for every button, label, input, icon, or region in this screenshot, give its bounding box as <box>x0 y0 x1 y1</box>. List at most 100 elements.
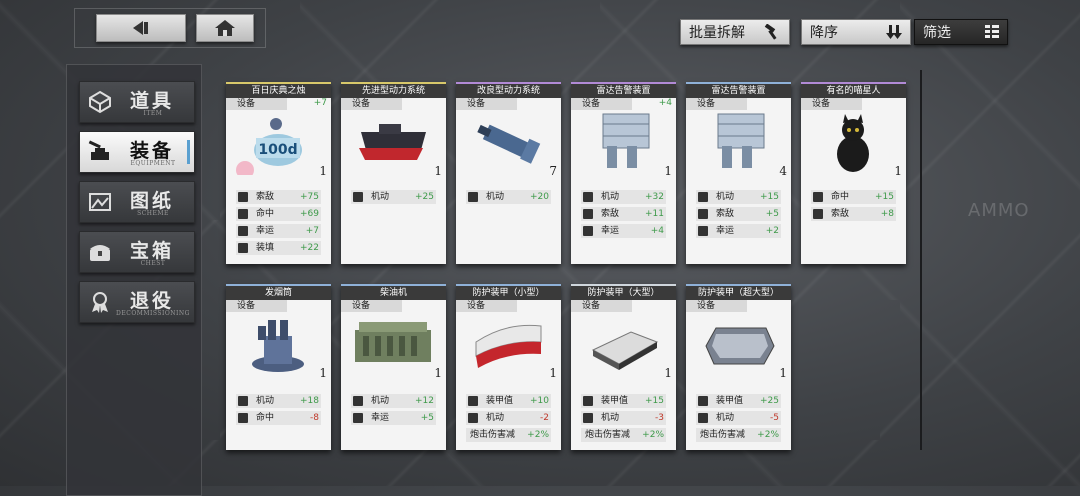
sidebar-item-scheme[interactable]: 图纸 SCHEME <box>79 181 195 223</box>
stat-name: 机动 <box>371 396 390 406</box>
stat-icon <box>353 192 363 202</box>
equipment-card[interactable]: 发烟筒 设备 1 机动 +18 命中 -8 <box>226 284 331 450</box>
stat-icon <box>238 243 248 253</box>
stat-icon <box>698 413 708 423</box>
card-category: 设备 <box>686 98 747 110</box>
card-count: 1 <box>779 366 787 380</box>
stat-row: 幸运 +4 <box>581 224 666 238</box>
stat-value: -3 <box>655 413 664 423</box>
equipment-card[interactable]: 改良型动力系统 设备 7 机动 +20 <box>456 82 561 264</box>
sidebar-item-decommissioning[interactable]: 退役 DECOMMISSIONING <box>79 281 195 323</box>
card-count: 4 <box>779 164 787 178</box>
sidebar-item-label: 装备 <box>130 140 175 162</box>
stat-icon <box>583 226 593 236</box>
stat-name: 炮击伤害减 <box>585 430 631 440</box>
stat-value: +15 <box>875 192 894 202</box>
sort-order-button[interactable]: 降序 <box>801 19 911 45</box>
stat-icon <box>353 413 363 423</box>
equipment-card[interactable]: 柴油机 设备 1 机动 +12 幸运 +5 <box>341 284 446 450</box>
home-button[interactable] <box>196 14 254 42</box>
stat-value: +2% <box>527 430 549 440</box>
equipment-image <box>571 110 676 175</box>
sidebar-item-chest[interactable]: 宝箱 CHEST <box>79 231 195 273</box>
stat-icon <box>468 413 478 423</box>
sidebar-item-label: 道具 <box>130 90 175 112</box>
stat-name: 装甲值 <box>716 396 744 406</box>
stat-value: +32 <box>645 192 664 202</box>
sidebar-item-equipment[interactable]: 装备 EQUIPMENT <box>79 131 195 173</box>
card-stats: 机动 +15 索敌 +5 幸运 +2 <box>686 190 791 241</box>
card-title: 百日庆典之烛 <box>226 82 331 98</box>
sidebar-item-item[interactable]: 道具 ITEM <box>79 81 195 123</box>
filter-label: 筛选 <box>923 25 951 41</box>
stat-row: 索敌 +11 <box>581 207 666 221</box>
card-title: 柴油机 <box>341 284 446 300</box>
bulk-disassemble-label: 批量拆解 <box>689 25 745 41</box>
stat-value: -2 <box>540 413 549 423</box>
card-category: 设备 <box>801 98 862 110</box>
equipment-card[interactable]: 防护装甲（大型） 设备 1 装甲值 +15 机动 -3 炮击伤害减 +2% <box>571 284 676 450</box>
card-category: 设备 <box>571 300 632 312</box>
stat-name: 炮击伤害减 <box>700 430 746 440</box>
stat-name: 幸运 <box>371 413 390 423</box>
equipment-card[interactable]: 有名的喵星人 设备 1 命中 +15 索敌 +8 <box>801 82 906 264</box>
stat-icon <box>353 396 363 406</box>
equipment-card[interactable]: 雷达告警装置 设备 4 机动 +15 索敌 +5 幸运 +2 <box>686 82 791 264</box>
stat-value: +11 <box>645 209 664 219</box>
equipment-card[interactable]: 百日庆典之烛 设备 +7 100d 1 索敌 +75 命中 +69 幸运 +7 装填 +22 <box>226 82 331 264</box>
stat-row: 索敌 +8 <box>811 207 896 221</box>
stat-row: 装甲值 +15 <box>581 394 666 408</box>
bulk-disassemble-button[interactable]: 批量拆解 <box>680 19 790 45</box>
stat-value: +5 <box>420 413 434 423</box>
card-category: 设备 <box>456 98 517 110</box>
equipment-image <box>686 110 791 175</box>
stat-row: 机动 +20 <box>466 190 551 204</box>
equipment-card[interactable]: 防护装甲（小型） 设备 1 装甲值 +10 机动 -2 炮击伤害减 +2% <box>456 284 561 450</box>
stat-name: 幸运 <box>601 226 620 236</box>
stat-name: 索敌 <box>831 209 850 219</box>
category-sidebar: 道具 ITEM 装备 EQUIPMENT 图纸 SCHEME 宝箱 CHEST … <box>66 64 202 496</box>
card-stats: 装甲值 +10 机动 -2 炮击伤害减 +2% <box>456 394 561 445</box>
sidebar-item-label: 退役 <box>130 290 175 312</box>
stat-value: +18 <box>300 396 319 406</box>
hammer-icon <box>764 24 777 40</box>
stat-icon <box>583 209 593 219</box>
card-category: 设备 <box>226 98 287 110</box>
stat-name: 装甲值 <box>486 396 514 406</box>
sidebar-item-label: 图纸 <box>130 190 175 212</box>
equipment-card[interactable]: 雷达告警装置 设备 +4 1 机动 +32 索敌 +11 幸运 +4 <box>571 82 676 264</box>
sidebar-item-sublabel: ITEM <box>143 110 163 117</box>
sidebar-item-sublabel: DECOMMISSIONING <box>116 310 190 317</box>
scroll-rail[interactable] <box>920 70 922 450</box>
card-category: 设备 <box>686 300 747 312</box>
stat-row: 装甲值 +25 <box>696 394 781 408</box>
card-title: 改良型动力系统 <box>456 82 561 98</box>
stat-icon <box>698 209 708 219</box>
filter-button[interactable]: 筛选 <box>914 19 1008 45</box>
stat-row: 机动 -3 <box>581 411 666 425</box>
stat-name: 装甲值 <box>601 396 629 406</box>
sidebar-item-sublabel: SCHEME <box>137 210 169 217</box>
stat-row: 炮击伤害减 +2% <box>581 428 666 442</box>
equipment-image <box>226 312 331 377</box>
stat-name: 索敌 <box>716 209 735 219</box>
stat-icon <box>813 209 823 219</box>
equipment-image <box>341 312 446 377</box>
stat-row: 机动 -2 <box>466 411 551 425</box>
card-category: 设备 <box>571 98 632 110</box>
stat-name: 机动 <box>716 413 735 423</box>
stat-row: 机动 +15 <box>696 190 781 204</box>
stat-name: 命中 <box>256 209 275 219</box>
home-icon <box>215 20 235 36</box>
equipment-image <box>456 110 561 175</box>
stat-row: 机动 -5 <box>696 411 781 425</box>
card-stats: 机动 +32 索敌 +11 幸运 +4 <box>571 190 676 241</box>
equipment-card[interactable]: 防护装甲（超大型） 设备 1 装甲值 +25 机动 -5 炮击伤害减 +2% <box>686 284 791 450</box>
stat-name: 装填 <box>256 243 275 253</box>
stat-name: 索敌 <box>601 209 620 219</box>
equipment-image <box>686 312 791 377</box>
stat-value: +2% <box>642 430 664 440</box>
stat-value: +10 <box>530 396 549 406</box>
equipment-card[interactable]: 先进型动力系统 设备 1 机动 +25 <box>341 82 446 264</box>
back-button[interactable] <box>96 14 186 42</box>
